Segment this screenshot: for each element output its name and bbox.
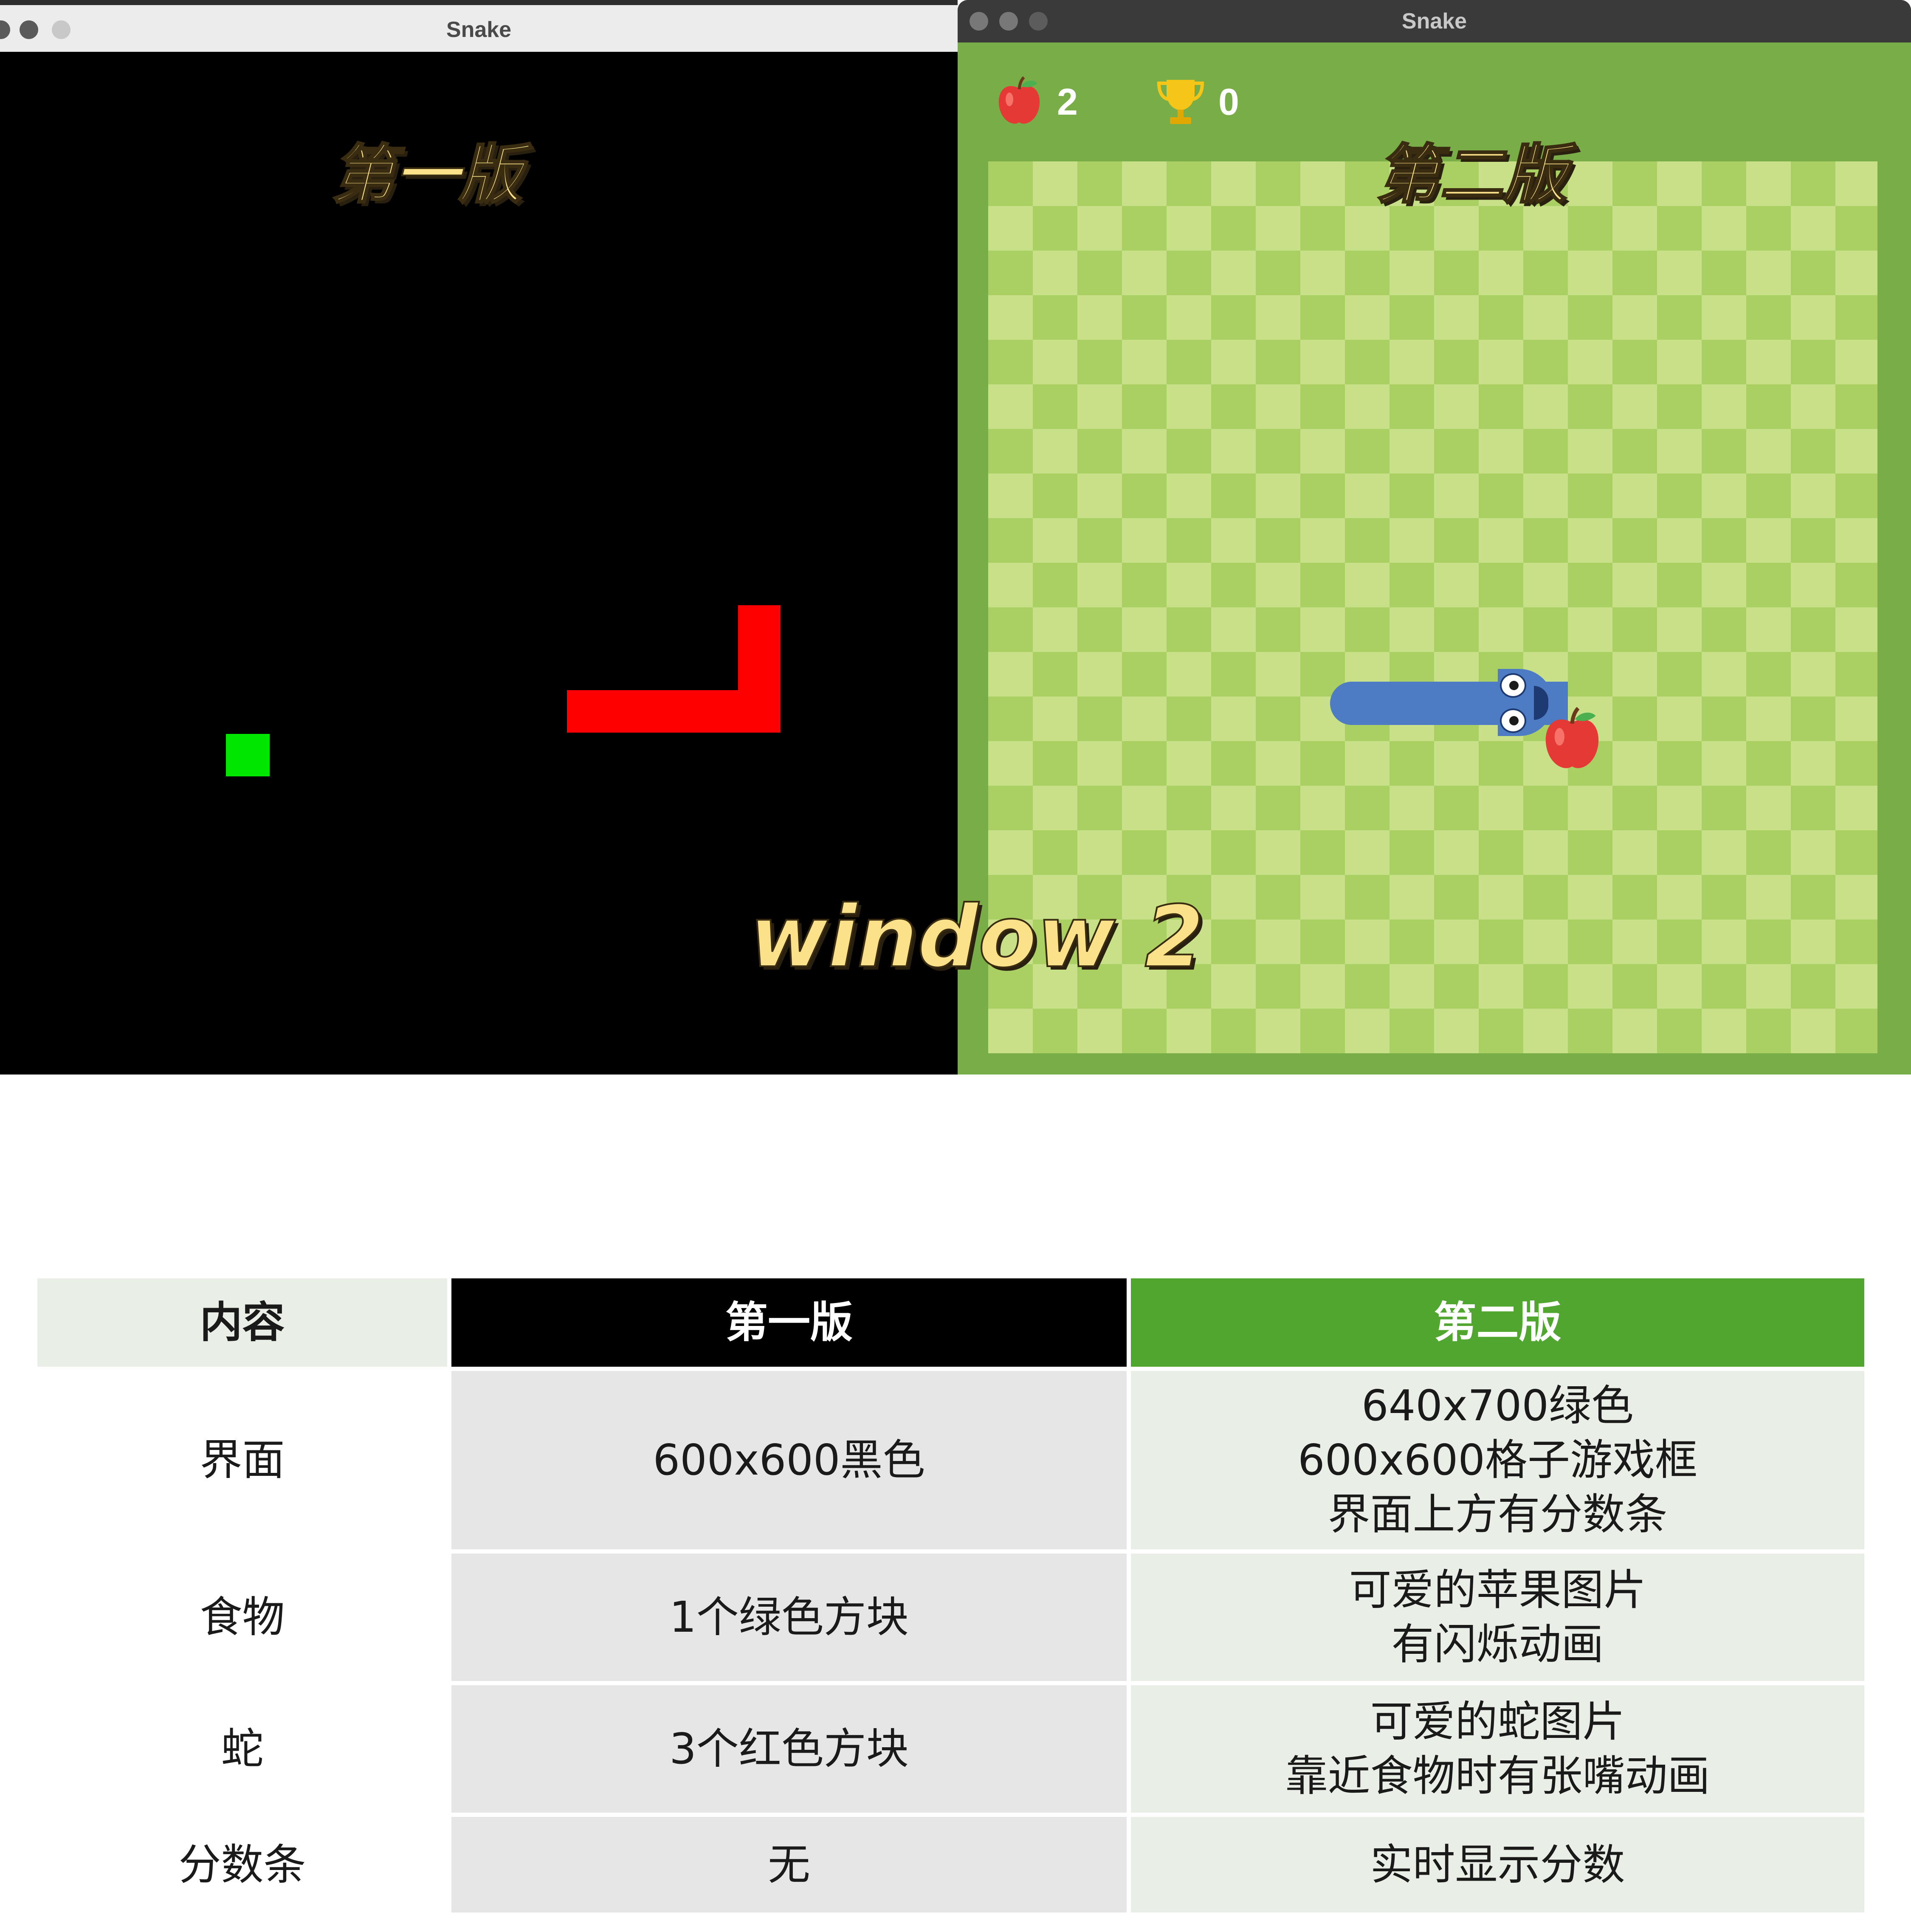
row-label: 分数条: [37, 1813, 449, 1912]
caption-v1: 第一版: [330, 137, 523, 213]
apple-icon: [998, 76, 1040, 124]
cell-v2: 实时显示分数: [1127, 1813, 1864, 1912]
window-titlebar[interactable]: Snake: [958, 0, 1911, 42]
food-block: [226, 734, 270, 776]
trophy-icon: [1157, 80, 1204, 124]
comparison-table: 内容 第一版 第二版 界面 600x600黑色 640x700绿色 600x60…: [37, 1278, 1864, 1912]
table-row: 蛇 3个红色方块 可爱的蛇图片 靠近食物时有张嘴动画: [37, 1681, 1864, 1815]
score-display: 2: [996, 70, 1078, 134]
cell-v1: 3个红色方块: [447, 1681, 1129, 1815]
snake-eye: [1500, 673, 1526, 698]
header-v1: 第一版: [447, 1278, 1129, 1369]
cell-v2: 可爱的苹果图片 有闪烁动画: [1127, 1549, 1864, 1683]
apple-food-icon: [1545, 707, 1599, 768]
caption-v2: 第二版: [1375, 137, 1568, 213]
snake-eye: [1500, 708, 1526, 733]
table-row: 分数条 无 实时显示分数: [37, 1813, 1864, 1912]
caption-window: window 2: [749, 887, 1205, 987]
row-label: 界面: [37, 1367, 449, 1551]
window-title: Snake: [446, 17, 512, 42]
window-title: Snake: [1401, 9, 1467, 34]
score-value: 2: [1057, 81, 1078, 123]
window-titlebar[interactable]: Snake: [0, 0, 958, 52]
header-v2: 第二版: [1127, 1278, 1864, 1369]
cell-v2: 640x700绿色 600x600格子游戏框 界面上方有分数条: [1127, 1367, 1864, 1551]
cell-v1: 600x600黑色: [447, 1367, 1129, 1551]
cell-v1: 无: [447, 1813, 1129, 1912]
snake-segment: [738, 605, 781, 733]
table-row: 食物 1个绿色方块 可爱的苹果图片 有闪烁动画: [37, 1549, 1864, 1683]
header-content: 内容: [37, 1278, 449, 1369]
row-label: 食物: [37, 1549, 449, 1683]
table-row: 界面 600x600黑色 640x700绿色 600x600格子游戏框 界面上方…: [37, 1367, 1864, 1551]
high-score-value: 0: [1218, 81, 1239, 123]
table-header-row: 内容 第一版 第二版: [37, 1278, 1864, 1369]
cell-v1: 1个绿色方块: [447, 1549, 1129, 1683]
high-score-display: 0: [1157, 70, 1239, 134]
cell-v2: 可爱的蛇图片 靠近食物时有张嘴动画: [1127, 1681, 1864, 1815]
row-label: 蛇: [37, 1681, 449, 1815]
